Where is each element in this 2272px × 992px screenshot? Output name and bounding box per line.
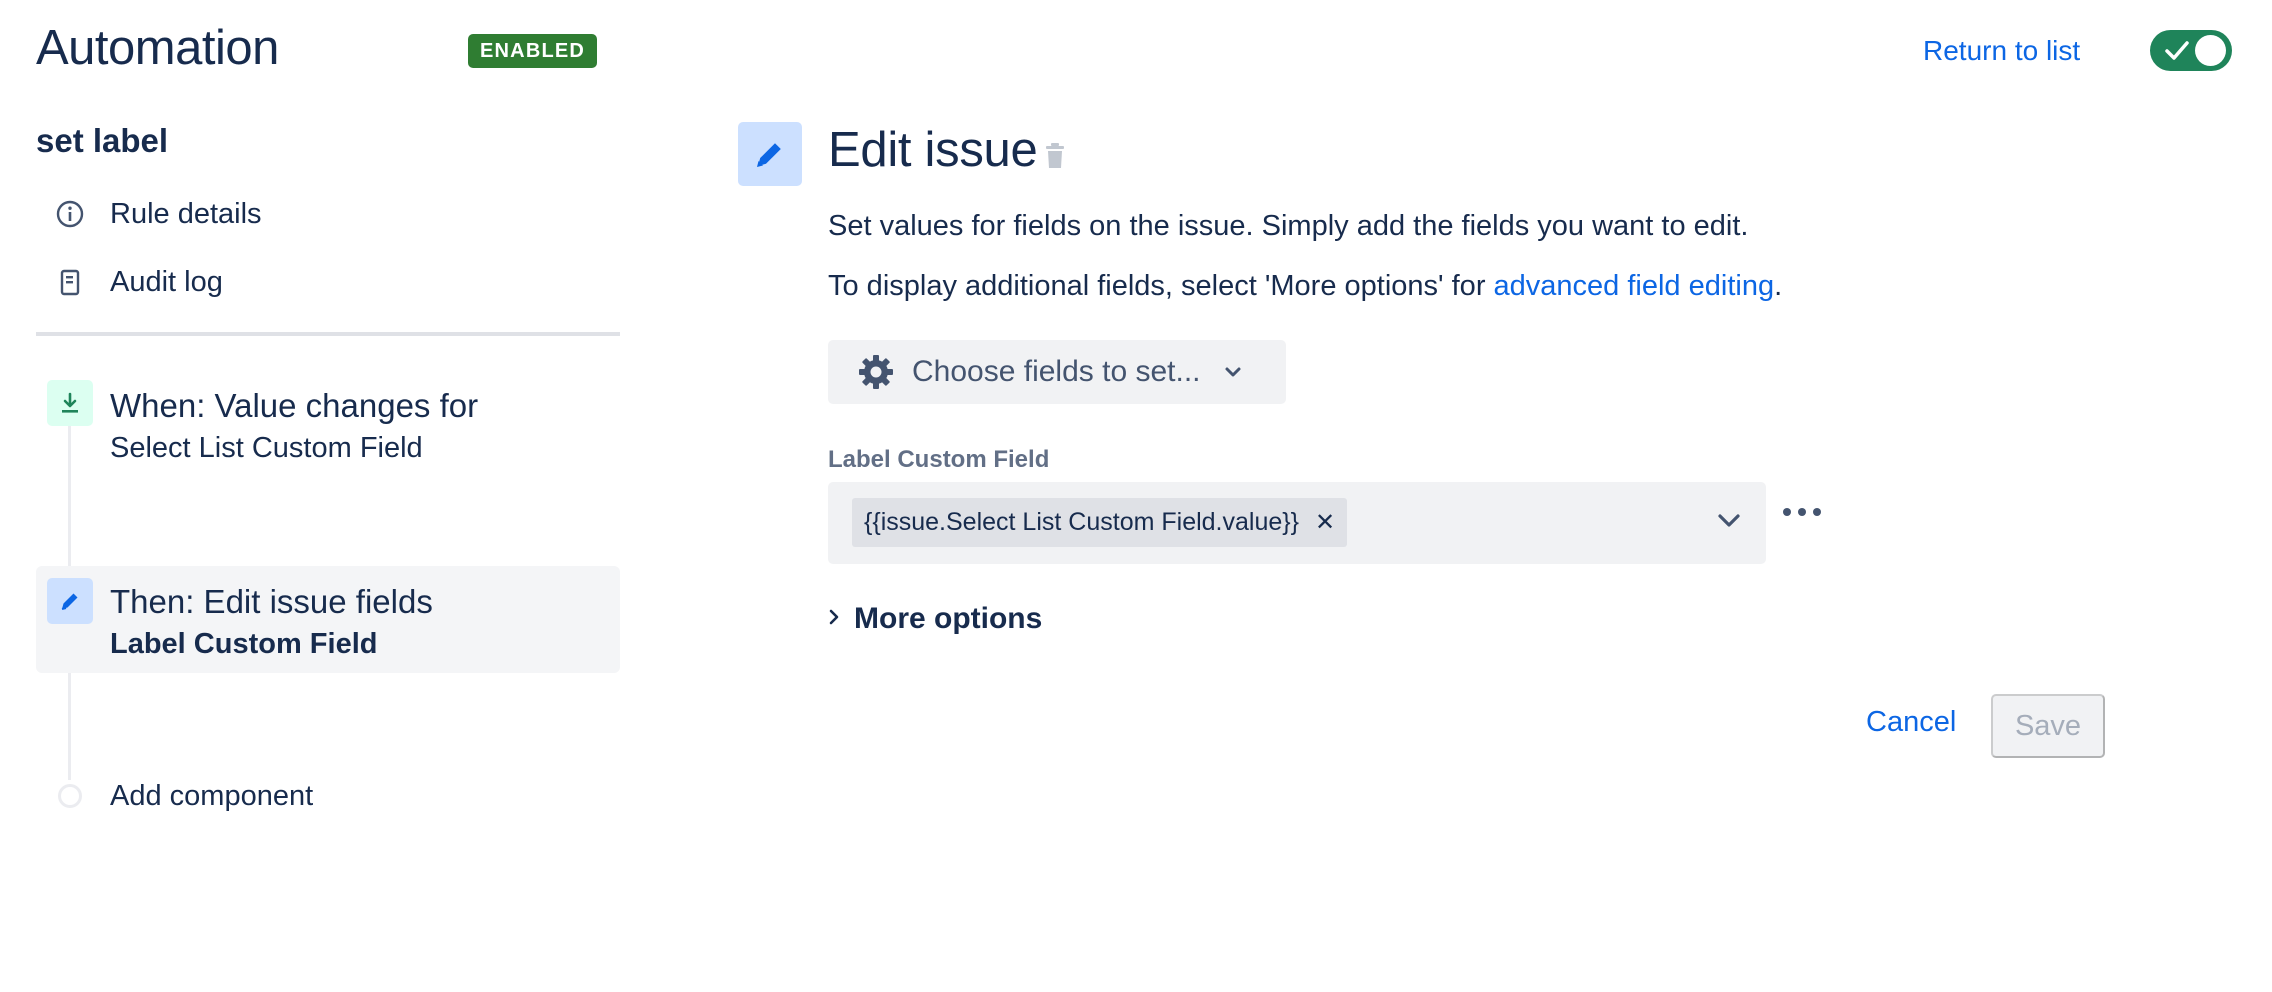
gear-icon [856, 352, 896, 392]
panel-description: Set values for fields on the issue. Simp… [828, 210, 1749, 242]
rule-name: set label [36, 122, 169, 159]
component-subtitle: Select List Custom Field [110, 432, 423, 464]
choose-fields-label: Choose fields to set... [912, 355, 1201, 388]
cancel-button[interactable]: Cancel [1866, 706, 1956, 739]
value-chip: {{issue.Select List Custom Field.value}}… [852, 498, 1348, 547]
extra-suffix: . [1774, 270, 1783, 302]
sidebar-item-rule-details[interactable]: Rule details [52, 192, 262, 236]
panel-title: Edit issue [828, 123, 1038, 177]
component-subtitle: Label Custom Field [110, 628, 378, 660]
add-component-circle-icon [58, 784, 82, 808]
rule-enabled-toggle[interactable] [2150, 30, 2232, 71]
toggle-knob [2195, 35, 2226, 66]
pencil-icon [47, 578, 93, 624]
chevron-down-icon [1223, 365, 1243, 379]
panel-extra-description: To display additional fields, select 'Mo… [828, 270, 1782, 303]
label-custom-field-select[interactable]: {{issue.Select List Custom Field.value}}… [828, 482, 1766, 564]
chevron-right-icon [828, 607, 840, 632]
chevron-down-icon[interactable] [1716, 511, 1742, 534]
sidebar-divider [36, 332, 620, 336]
info-icon [52, 196, 88, 232]
sidebar-item-label: Audit log [110, 265, 223, 298]
component-title: Then: Edit issue fields [110, 583, 433, 620]
save-button[interactable]: Save [1991, 694, 2105, 758]
sidebar-item-label: Rule details [110, 197, 262, 230]
trigger-icon [47, 380, 93, 426]
add-component-button[interactable]: Add component [36, 774, 313, 818]
page-title: Automation [36, 21, 279, 75]
chip-text: {{issue.Select List Custom Field.value}} [864, 508, 1299, 536]
document-icon [52, 264, 88, 300]
component-trigger[interactable]: When: Value changes for Select List Cust… [36, 372, 620, 476]
close-icon[interactable]: ✕ [1315, 508, 1335, 537]
component-title: When: Value changes for [110, 387, 479, 424]
choose-fields-button[interactable]: Choose fields to set... [828, 340, 1286, 404]
field-label: Label Custom Field [828, 446, 1050, 473]
advanced-field-editing-link[interactable]: advanced field editing [1494, 270, 1775, 302]
more-options-label: More options [854, 602, 1043, 635]
status-badge: ENABLED [468, 34, 598, 68]
pencil-icon [738, 122, 802, 186]
return-to-list-link[interactable]: Return to list [1923, 33, 2080, 69]
extra-text: To display additional fields, select 'Mo… [828, 270, 1494, 302]
more-actions-icon[interactable] [1782, 505, 1822, 524]
more-options-toggle[interactable]: More options [828, 602, 1042, 636]
sidebar-item-audit-log[interactable]: Audit log [52, 260, 223, 304]
add-component-label: Add component [110, 779, 314, 812]
component-action-selected[interactable]: Then: Edit issue fields Label Custom Fie… [36, 566, 620, 673]
check-icon [2164, 36, 2190, 69]
trash-icon[interactable] [1042, 141, 1068, 176]
